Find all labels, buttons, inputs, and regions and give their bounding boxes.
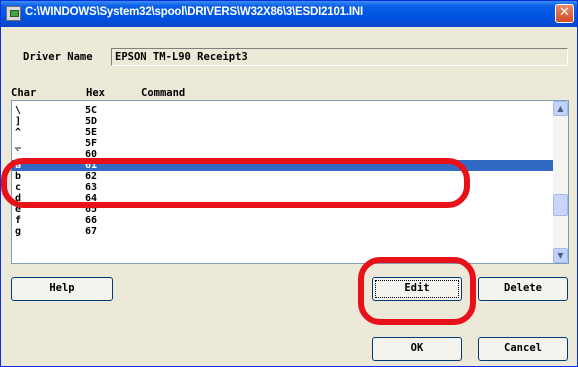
- delete-button[interactable]: Delete: [478, 277, 568, 301]
- hex-cell: 5F: [85, 138, 98, 149]
- hex-cell: 5D: [85, 116, 98, 127]
- hex-cell: 64: [85, 193, 98, 204]
- scroll-down-arrow-icon[interactable]: ▼: [553, 248, 568, 263]
- char-cell: `: [15, 149, 22, 160]
- list-item[interactable]: _ 5F: [12, 138, 553, 149]
- hex-cell: 62: [85, 171, 98, 182]
- list-item[interactable]: e 65: [12, 204, 553, 215]
- hex-cell: 60: [85, 149, 98, 160]
- hex-cell: 67: [85, 226, 98, 237]
- character-list[interactable]: \ 5C] 5D ^ 5E _ 5F ` 60 a 61 b 62 c 63 d 64 e 65 f 66 g 67 ▲ ▼: [11, 100, 569, 264]
- driver-name-field: EPSON TM-L90 Receipt3: [111, 48, 568, 66]
- list-item[interactable]: a 61: [12, 160, 553, 171]
- list-item[interactable]: ] 5D: [12, 116, 553, 127]
- title-bar[interactable]: C:\WINDOWS\System32\spool\DRIVERS\W32X86…: [1, 1, 577, 27]
- char-cell: e: [15, 204, 22, 215]
- char-cell: b: [15, 171, 22, 182]
- scroll-thumb[interactable]: [553, 194, 568, 216]
- driver-name-label: Driver Name: [23, 51, 93, 63]
- hex-cell: 5C: [85, 105, 98, 116]
- char-cell: f: [15, 215, 22, 226]
- list-item[interactable]: ` 60: [12, 149, 553, 160]
- list-item[interactable]: c 63: [12, 182, 553, 193]
- char-cell: _: [15, 138, 22, 149]
- edit-focus-ring: [375, 280, 459, 298]
- column-header-command: Command: [141, 87, 186, 99]
- char-cell: ^: [15, 127, 22, 138]
- char-cell: ]: [15, 116, 22, 127]
- hex-cell: 66: [85, 215, 98, 226]
- hex-cell: 63: [85, 182, 98, 193]
- window-title: C:\WINDOWS\System32\spool\DRIVERS\W32X86…: [25, 6, 363, 18]
- list-item[interactable]: b 62: [12, 171, 553, 182]
- ini-editor-window: C:\WINDOWS\System32\spool\DRIVERS\W32X86…: [0, 0, 578, 367]
- hex-cell: 61: [85, 160, 98, 171]
- app-icon: [6, 6, 21, 21]
- list-item[interactable]: ^ 5E: [12, 127, 553, 138]
- hex-cell: 65: [85, 204, 98, 215]
- column-header-hex: Hex: [86, 87, 105, 99]
- list-item[interactable]: \ 5C: [12, 105, 553, 116]
- char-cell: c: [15, 182, 22, 193]
- close-icon[interactable]: ✕: [555, 4, 574, 23]
- char-cell: \: [15, 105, 22, 116]
- char-cell: d: [15, 193, 22, 204]
- column-header-char: Char: [11, 87, 37, 99]
- list-item[interactable]: d 64: [12, 193, 553, 204]
- scroll-up-arrow-icon[interactable]: ▲: [553, 101, 568, 116]
- help-button[interactable]: Help: [11, 277, 113, 301]
- list-item[interactable]: f 66: [12, 215, 553, 226]
- char-cell: g: [15, 226, 22, 237]
- list-item[interactable]: g 67: [12, 226, 553, 237]
- ok-button[interactable]: OK: [372, 337, 462, 361]
- edit-button[interactable]: Edit: [372, 277, 462, 301]
- list-scrollbar[interactable]: ▲ ▼: [553, 101, 568, 263]
- char-cell: a: [15, 160, 22, 171]
- hex-cell: 5E: [85, 127, 98, 138]
- cancel-button[interactable]: Cancel: [478, 337, 568, 361]
